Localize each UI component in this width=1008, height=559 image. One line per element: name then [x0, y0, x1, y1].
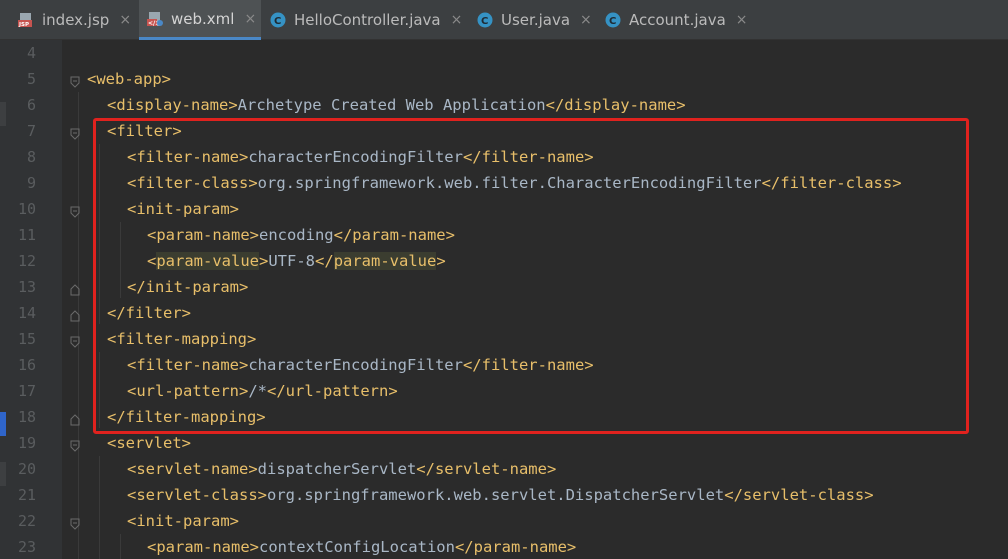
xml-text: org.springframework.web.servlet.Dispatch… — [266, 486, 725, 504]
code-line: 6 <display-name>Archetype Created Web App… — [0, 92, 1008, 118]
tab-web-xml[interactable]: </> web.xml × — [139, 0, 261, 40]
xml-tag: </servlet-class> — [724, 486, 874, 504]
tab-label: web.xml — [171, 9, 235, 28]
xml-tag: <web-app> — [87, 70, 171, 88]
line-number: 6 — [26, 96, 36, 114]
line-number: 15 — [17, 330, 36, 348]
close-icon[interactable]: × — [119, 12, 131, 28]
tab-hellocontroller-java[interactable]: C HelloController.java × — [270, 0, 470, 40]
code-line: 22 <init-param> — [0, 508, 1008, 534]
code-line: 21 <servlet-class>org.springframework.web… — [0, 482, 1008, 508]
tab-label: HelloController.java — [294, 11, 441, 29]
fold-open-icon[interactable] — [70, 203, 80, 218]
xml-tag: <display-name> — [107, 96, 238, 114]
xml-tag: <servlet-class> — [127, 486, 267, 504]
tab-label: index.jsp — [42, 11, 110, 29]
close-icon[interactable]: × — [736, 12, 748, 28]
code-text: <web-app> — [87, 66, 171, 92]
line-number: 22 — [17, 512, 36, 530]
xml-file-icon: </> — [147, 11, 163, 27]
line-number: 14 — [17, 304, 36, 322]
line-number: 7 — [26, 122, 36, 140]
line-number: 19 — [17, 434, 36, 452]
xml-tag: <servlet> — [107, 434, 191, 452]
line-number: 8 — [26, 148, 36, 166]
java-class-icon: C — [270, 12, 286, 28]
svg-text:C: C — [274, 16, 281, 27]
line-number: 9 — [26, 174, 36, 192]
fold-close-icon[interactable] — [70, 281, 80, 296]
code-text: <servlet-name>dispatcherServlet</servlet… — [127, 456, 556, 482]
xml-tag: <param-name> — [147, 538, 259, 556]
fold-open-icon[interactable] — [70, 73, 80, 88]
fold-close-icon[interactable] — [70, 411, 80, 426]
tab-user-java[interactable]: C User.java × — [477, 0, 599, 40]
fold-open-icon[interactable] — [70, 333, 80, 348]
tab-index-jsp[interactable]: JSP index.jsp × — [18, 0, 136, 40]
svg-text:C: C — [481, 16, 488, 27]
line-number: 21 — [17, 486, 36, 504]
xml-tag: <init-param> — [127, 512, 239, 530]
close-icon[interactable]: × — [244, 11, 256, 27]
line-number: 11 — [17, 226, 36, 244]
xml-text: Archetype Created Web Application — [237, 96, 546, 114]
line-number: 16 — [17, 356, 36, 374]
fold-open-icon[interactable] — [70, 125, 80, 140]
code-line: 20 <servlet-name>dispatcherServlet</servl… — [0, 456, 1008, 482]
line-number: 12 — [17, 252, 36, 270]
fold-open-icon[interactable] — [70, 437, 80, 452]
highlight-annotation-box — [93, 118, 969, 434]
editor-tab-bar: JSP index.jsp × </> web.xml × C HelloCon… — [0, 0, 1008, 40]
line-number: 17 — [17, 382, 36, 400]
line-number: 13 — [17, 278, 36, 296]
fold-open-icon[interactable] — [70, 515, 80, 530]
xml-tag: </servlet-name> — [416, 460, 557, 478]
code-line: 4 — [0, 40, 1008, 66]
jsp-file-icon: JSP — [18, 12, 34, 28]
code-line: 23 <param-name>contextConfigLocation</par… — [0, 534, 1008, 559]
line-number: 20 — [17, 460, 36, 478]
svg-text:JSP: JSP — [18, 22, 29, 28]
line-number: 18 — [17, 408, 36, 426]
code-line: 5 <web-app> — [0, 66, 1008, 92]
line-number: 4 — [26, 44, 36, 62]
code-text: <display-name>Archetype Created Web Appl… — [107, 92, 686, 118]
tab-label: Account.java — [629, 11, 726, 29]
close-icon[interactable]: × — [451, 12, 463, 28]
java-class-icon: C — [605, 12, 621, 28]
code-text: <init-param> — [127, 508, 239, 534]
fold-close-icon[interactable] — [70, 307, 80, 322]
line-number: 10 — [17, 200, 36, 218]
svg-text:C: C — [609, 16, 616, 27]
line-number: 5 — [26, 70, 36, 88]
xml-text: dispatcherServlet — [257, 460, 417, 478]
close-icon[interactable]: × — [580, 12, 592, 28]
xml-tag: </display-name> — [545, 96, 686, 114]
line-number: 23 — [17, 538, 36, 556]
tab-account-java[interactable]: C Account.java × — [605, 0, 753, 40]
code-text: <servlet-class>org.springframework.web.s… — [127, 482, 874, 508]
xml-tag: <servlet-name> — [127, 460, 258, 478]
xml-tag: </param-name> — [454, 538, 577, 556]
xml-text: contextConfigLocation — [258, 538, 455, 556]
java-class-icon: C — [477, 12, 493, 28]
tab-label: User.java — [501, 11, 571, 29]
code-text: <param-name>contextConfigLocation</param… — [147, 534, 576, 559]
